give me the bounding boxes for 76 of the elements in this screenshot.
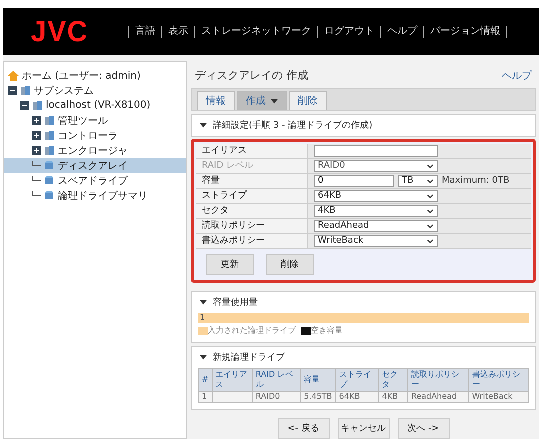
tab[interactable]: 作成 xyxy=(237,91,287,110)
input-field[interactable]: 0 xyxy=(314,175,394,187)
nav-link[interactable]: ログアウト xyxy=(317,26,380,38)
server-icon xyxy=(20,85,31,96)
field-label: エイリアス xyxy=(196,144,308,158)
tree-item[interactable]: 管理ツール xyxy=(4,113,186,128)
nav-link[interactable]: バージョン情報 xyxy=(423,26,506,38)
field-label: RAID レベル xyxy=(196,159,308,173)
tree-item[interactable]: コントローラ xyxy=(4,128,186,143)
column-header: 書込みポリシー xyxy=(468,368,528,392)
nav-link[interactable]: ストレージネットワーク xyxy=(194,26,318,38)
action-button[interactable]: 削除 xyxy=(266,254,314,275)
nav-button[interactable]: <- 戻る xyxy=(278,418,330,439)
nav-button[interactable]: キャンセル xyxy=(338,418,390,439)
nav-link[interactable]: 言語 xyxy=(128,26,162,38)
caret-icon xyxy=(200,300,207,305)
server-icon xyxy=(44,130,55,141)
column-header: 容量 xyxy=(300,368,336,392)
logo: JVC xyxy=(31,14,88,48)
select-field[interactable]: 64KB xyxy=(314,190,438,202)
expand-icon[interactable] xyxy=(32,146,41,155)
select-field[interactable]: 4KB xyxy=(314,205,438,217)
caret-icon xyxy=(200,355,207,360)
tree-item[interactable]: サブシステム xyxy=(4,83,186,98)
expand-icon[interactable] xyxy=(32,116,41,125)
input-field[interactable] xyxy=(314,145,438,157)
field-label: 読取りポリシー xyxy=(196,219,308,233)
nav-link[interactable]: 表示 xyxy=(161,26,194,38)
tree-item[interactable]: スペアドライブ xyxy=(4,173,186,188)
chevron-icon xyxy=(427,164,434,168)
table-cell: 1 xyxy=(198,392,212,402)
nav-link[interactable]: ヘルプ xyxy=(380,26,424,38)
tab[interactable]: 削除 xyxy=(289,91,327,110)
section-title: 新規論理ドライブ xyxy=(213,352,285,364)
tree-item[interactable]: localhost (VR-X8100) xyxy=(4,98,186,113)
collapse-icon[interactable] xyxy=(8,86,17,95)
tree-item[interactable]: エンクロージャ xyxy=(4,143,186,158)
page-title: ディスクアレイの 作成 xyxy=(195,68,308,83)
tree-item[interactable]: ディスクアレイ xyxy=(4,158,186,173)
chevron-icon xyxy=(427,238,434,244)
legend-label: 入力された論理ドライブ xyxy=(208,325,296,336)
maximum-note: Maximum: 0TB xyxy=(442,176,510,186)
action-button[interactable]: 更新 xyxy=(206,254,254,275)
help-link[interactable]: ヘルプ xyxy=(502,68,532,82)
legend-label: 空き容量 xyxy=(311,325,343,336)
server-icon xyxy=(44,115,55,126)
usage-fill: 1 xyxy=(198,313,529,323)
collapse-icon[interactable] xyxy=(20,101,29,110)
section-title: 容量使用量 xyxy=(213,296,258,309)
select-field[interactable]: ReadAhead xyxy=(314,220,438,232)
chevron-icon xyxy=(427,178,434,184)
home-icon xyxy=(8,70,19,80)
column-header: ストライプ xyxy=(336,368,379,392)
nav-button[interactable]: 次へ -> xyxy=(398,418,450,439)
field-label: 書込みポリシー xyxy=(196,234,308,248)
tab[interactable]: 情報 xyxy=(197,91,235,110)
column-header: セクタ xyxy=(378,368,408,392)
tree-item[interactable]: ホーム (ユーザー: admin) xyxy=(4,68,186,83)
section-title: 詳細設定(手順 3 - 論理ドライブの作成) xyxy=(213,120,373,132)
column-header: 読取りポリシー xyxy=(408,368,469,392)
field-label: ストライプ xyxy=(196,189,308,203)
expand-icon[interactable] xyxy=(32,131,41,140)
server-icon xyxy=(44,145,55,156)
chevron-icon xyxy=(427,224,434,228)
select-field[interactable]: TB xyxy=(398,175,438,187)
caret-icon xyxy=(200,123,207,128)
field-label: 容量 xyxy=(196,174,308,188)
select-field[interactable]: WriteBack xyxy=(314,235,438,247)
tree-item[interactable]: 論理ドライブサマリ xyxy=(4,188,186,203)
column-header: # xyxy=(198,368,212,392)
column-header: エイリアス xyxy=(212,368,252,392)
column-header: RAID レベル xyxy=(252,368,301,392)
chevron-icon xyxy=(427,208,434,214)
field-label: セクタ xyxy=(196,204,308,218)
chevron-icon xyxy=(427,194,434,198)
server-icon xyxy=(32,100,43,111)
